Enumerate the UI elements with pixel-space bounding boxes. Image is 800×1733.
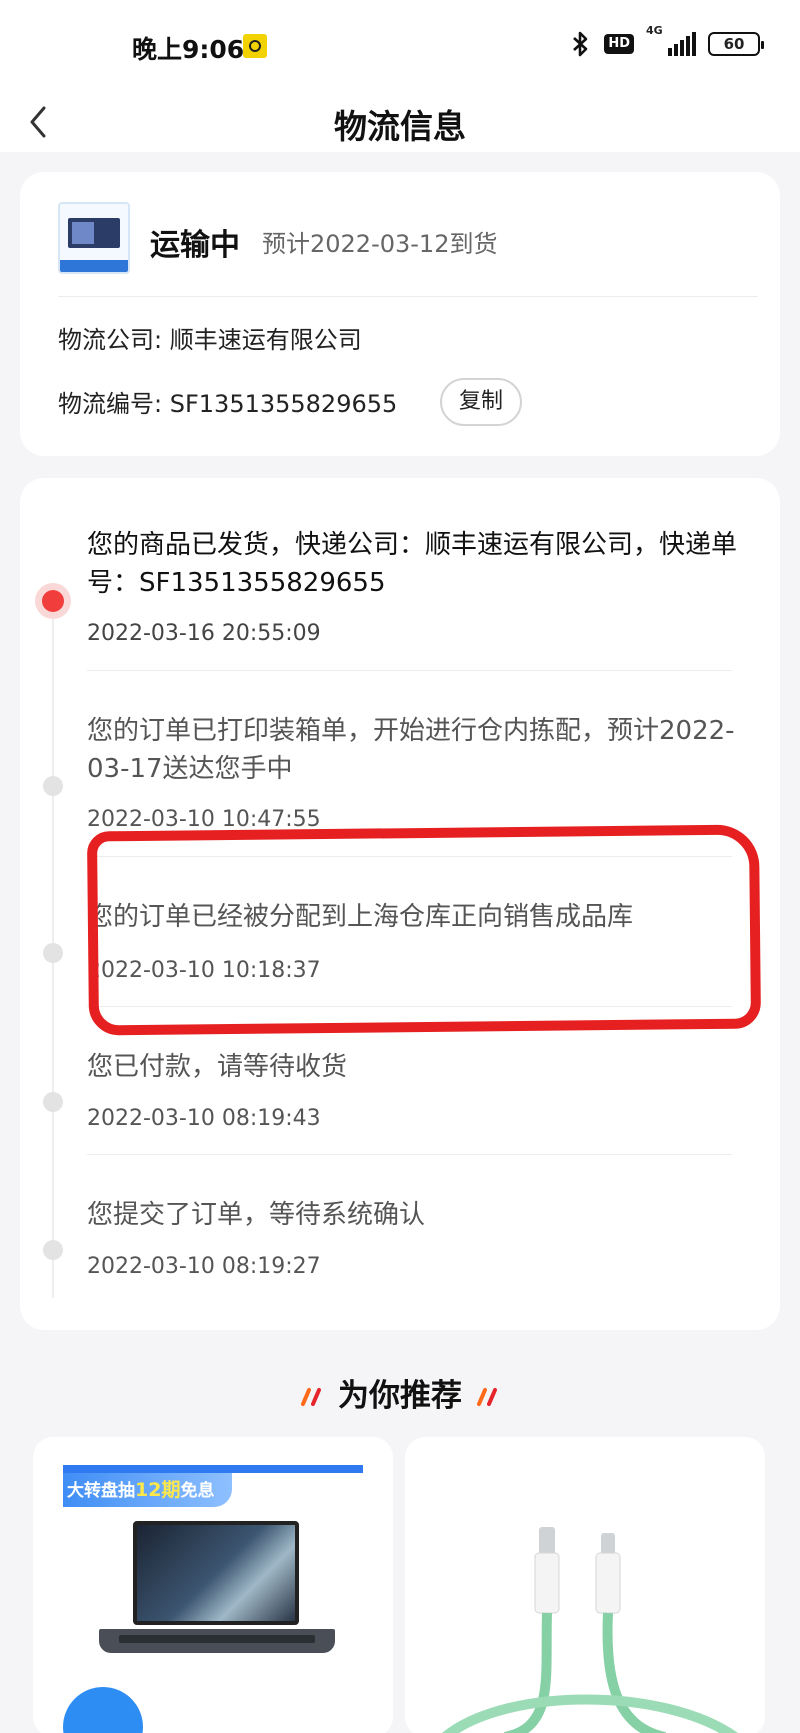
battery-level: 60: [723, 35, 745, 53]
tracking-number: SF1351355829655: [169, 390, 398, 418]
slash-decoration-icon: [477, 1388, 498, 1406]
copy-button[interactable]: 复制: [440, 378, 522, 426]
notification-icon: [243, 34, 267, 58]
timeline-item-text: 您已付款，请等待收货: [87, 1052, 348, 1082]
promo-bar: [63, 1465, 363, 1473]
timeline-item-text: 您提交了订单，等待系统确认: [87, 1200, 426, 1230]
shipment-card: 运输中 预计2022-03-12到货 物流公司: 顺丰速运有限公司 物流编号: …: [20, 172, 780, 456]
network-type: 4G: [646, 24, 663, 37]
cable-image: [442, 1527, 738, 1733]
status-time: 晚上9:06: [132, 35, 245, 64]
battery-icon: 60: [708, 32, 764, 56]
timeline-item-time: 2022-03-16 20:55:09: [87, 621, 321, 646]
divider: [87, 670, 732, 671]
tracking-row: 物流编号: SF1351355829655: [58, 384, 397, 419]
timeline-item-time: 2022-03-10 08:19:27: [87, 1254, 321, 1279]
laptop-keyboard-image: [99, 1629, 335, 1653]
timeline-item-time: 2022-03-10 10:18:37: [87, 958, 321, 983]
bluetooth-icon: [573, 31, 588, 57]
status-bar: 晚上9:06 HD 4G 60: [0, 0, 800, 92]
timeline-dot: [43, 1240, 63, 1260]
timeline-dot: [43, 943, 63, 963]
company-name: 顺丰速运有限公司: [169, 326, 362, 354]
timeline-item-time: 2022-03-10 08:19:43: [87, 1106, 321, 1131]
promo-tag: 大转盘抽12期免息: [63, 1473, 233, 1507]
product-card-cable[interactable]: [405, 1437, 765, 1733]
timeline-item-text: 您的订单已打印装箱单，开始进行仓内拣配，预计2022-03-17送达您手中: [87, 716, 735, 784]
timeline-dot: [43, 776, 63, 796]
divider: [87, 856, 732, 857]
divider: [58, 296, 758, 297]
tracking-label: 物流编号:: [58, 390, 163, 418]
company-label: 物流公司:: [58, 326, 163, 354]
status-icons: HD 4G 60: [570, 24, 764, 58]
page-title: 物流信息: [334, 107, 466, 146]
recommend-title: 为你推荐: [338, 1378, 462, 1414]
product-card-laptop[interactable]: 大转盘抽12期免息: [33, 1437, 393, 1733]
slash-decoration-icon: [300, 1388, 321, 1406]
recommend-header: 为你推荐: [0, 1370, 800, 1415]
timeline-item-text: 您的订单已经被分配到上海仓库正向销售成品库: [87, 902, 634, 932]
company-row: 物流公司: 顺丰速运有限公司: [58, 320, 362, 355]
divider: [87, 1006, 732, 1007]
signal-icon: 4G: [646, 24, 696, 56]
promo-bubble: [63, 1687, 143, 1733]
laptop-image: [133, 1521, 299, 1625]
product-thumbnail[interactable]: [58, 202, 130, 274]
timeline-card: 您的商品已发货，快递公司：顺丰速运有限公司，快递单号：SF13513558296…: [20, 478, 780, 1330]
timeline-item-text: 您的商品已发货，快递公司：顺丰速运有限公司，快递单号：SF13513558296…: [87, 530, 738, 598]
divider: [87, 1154, 732, 1155]
timeline-item-time: 2022-03-10 10:47:55: [87, 807, 321, 832]
timeline-dot: [43, 1092, 63, 1112]
shipment-status: 运输中: [150, 228, 240, 263]
nav-bar: 物流信息: [0, 92, 800, 152]
shipment-eta: 预计2022-03-12到货: [262, 230, 498, 258]
hd-badge: HD: [604, 34, 634, 54]
timeline-dot-active: [42, 590, 64, 612]
